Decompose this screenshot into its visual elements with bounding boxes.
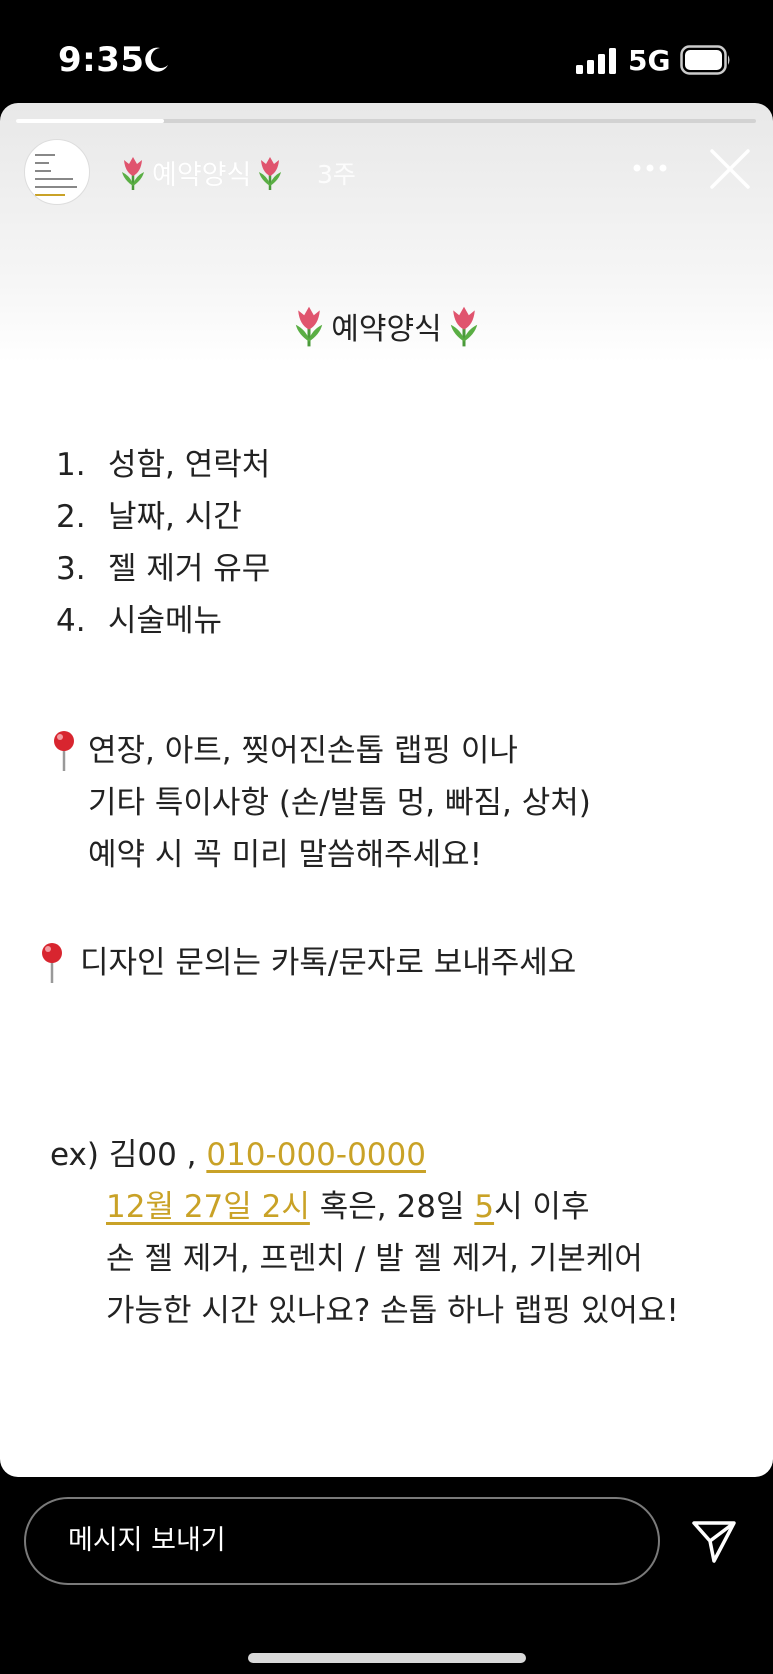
tulip-icon	[450, 306, 477, 347]
story-card[interactable]: 예약양식 3주 예약양식 1. 성함, 연락처 2. 날짜, 시간 3. 젤 제…	[0, 103, 773, 1477]
note-line: 기타 특이사항 (손/발톱 멍, 빠짐, 상처)	[88, 785, 591, 821]
list-item: 3. 젤 제거 유무	[56, 543, 270, 595]
example-line: 12월 27일 2시 혹은, 28일 5시 이후	[50, 1181, 679, 1233]
example-text: 혹은, 28일	[309, 1189, 475, 1225]
send-icon[interactable]	[690, 1519, 738, 1565]
example-prefix: ex) 김00 ,	[50, 1137, 207, 1173]
pushpin-icon	[42, 943, 62, 983]
list-number: 3.	[56, 551, 86, 587]
reservation-list: 1. 성함, 연락처 2. 날짜, 시간 3. 젤 제거 유무 4. 시술메뉴	[56, 439, 270, 647]
moon-icon	[145, 47, 168, 72]
tulip-icon	[296, 306, 323, 347]
battery-icon	[680, 45, 730, 75]
example-line: ex) 김00 , 010-000-0000	[50, 1129, 679, 1181]
story-content: 예약양식 1. 성함, 연락처 2. 날짜, 시간 3. 젤 제거 유무 4. …	[0, 103, 773, 1477]
list-number: 2.	[56, 499, 86, 535]
list-text: 성함, 연락처	[108, 447, 271, 483]
content-heading-text: 예약양식	[331, 312, 442, 347]
list-text: 시술메뉴	[108, 603, 223, 639]
list-item: 4. 시술메뉴	[56, 595, 270, 647]
note-special-requests: 연장, 아트, 찢어진손톱 랩핑 이나 기타 특이사항 (손/발톱 멍, 빠짐,…	[88, 725, 591, 881]
note-design-inquiry: 디자인 문의는 카톡/문자로 보내주세요	[80, 945, 577, 981]
content-heading: 예약양식	[0, 303, 773, 349]
list-text: 젤 제거 유무	[108, 551, 271, 587]
network-label: 5G	[628, 44, 671, 77]
example-block: ex) 김00 , 010-000-0000 12월 27일 2시 혹은, 28…	[50, 1129, 679, 1337]
list-number: 4.	[56, 603, 86, 639]
note-line: 연장, 아트, 찢어진손톱 랩핑 이나	[88, 733, 518, 769]
home-indicator	[248, 1653, 526, 1663]
pushpin-icon	[54, 731, 74, 771]
message-input[interactable]: 메시지 보내기	[24, 1497, 660, 1585]
example-line: 손 젤 제거, 프렌치 / 발 젤 제거, 기본케어	[106, 1241, 643, 1277]
list-number: 1.	[56, 447, 86, 483]
list-item: 1. 성함, 연락처	[56, 439, 270, 491]
signal-icon	[576, 48, 616, 74]
list-item: 2. 날짜, 시간	[56, 491, 270, 543]
example-hour: 5	[474, 1189, 495, 1225]
example-text: 시 이후	[494, 1189, 590, 1225]
example-date: 12월 27일 2시	[106, 1189, 310, 1225]
example-phone: 010-000-0000	[206, 1137, 426, 1173]
reply-bar: 메시지 보내기	[0, 1477, 773, 1674]
status-time: 9:35	[58, 40, 145, 80]
example-line: 가능한 시간 있나요? 손톱 하나 랩핑 있어요!	[106, 1293, 679, 1329]
status-bar: 9:35 5G	[0, 0, 773, 110]
note-line: 예약 시 꼭 미리 말씀해주세요!	[88, 837, 483, 873]
list-text: 날짜, 시간	[108, 499, 242, 535]
